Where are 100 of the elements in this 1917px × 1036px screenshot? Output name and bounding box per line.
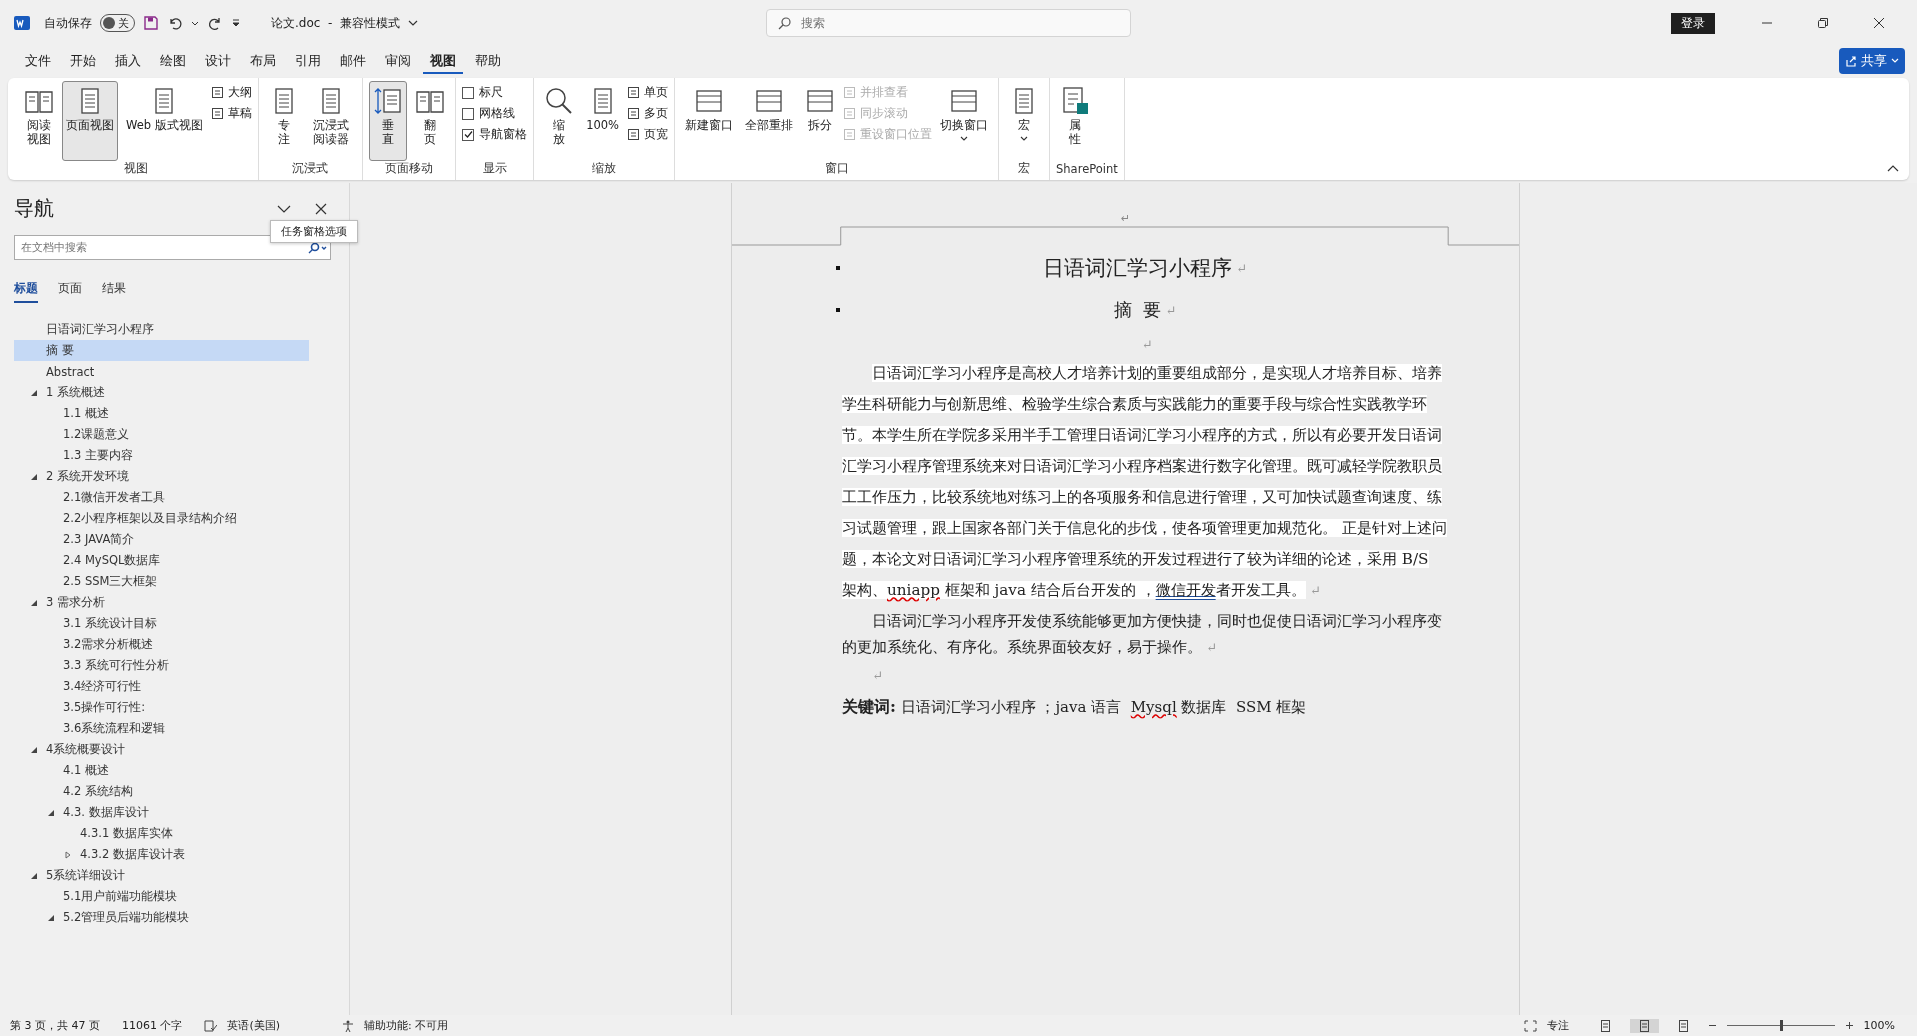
ribbon-button[interactable]: 翻页 (411, 81, 450, 161)
pane-options-icon[interactable] (277, 203, 291, 214)
restore-icon[interactable] (1817, 17, 1829, 29)
sign-in-button[interactable]: 登录 (1671, 12, 1715, 34)
save-icon[interactable] (143, 15, 159, 31)
proofing-icon[interactable] (204, 1019, 218, 1032)
checkbox[interactable]: 导航窗格 (462, 127, 528, 142)
accessibility-status[interactable]: 辅助功能: 不可用 (364, 1018, 449, 1033)
ribbon-small-button[interactable]: 多页 (627, 106, 668, 121)
pane-tab[interactable]: 标题 (14, 280, 38, 303)
ribbon-button[interactable]: 专注 (264, 81, 303, 161)
collapse-ribbon-icon[interactable] (1887, 164, 1899, 172)
heading-item[interactable]: 1.2课题意义 (59, 425, 134, 444)
heading-item[interactable]: 3.4经济可行性 (59, 677, 146, 696)
expanded-triangle-icon[interactable] (30, 472, 38, 481)
ribbon-button[interactable]: 100% (582, 81, 623, 161)
ribbon-button[interactable]: 属性 (1056, 81, 1094, 162)
customize-caret-icon[interactable] (231, 18, 241, 28)
collapsed-triangle-icon[interactable] (64, 850, 72, 859)
heading-item[interactable]: 2.1微信开发者工具 (59, 488, 170, 507)
heading-item[interactable]: 4.3.2 数据库设计表 (76, 845, 189, 864)
menu-tab[interactable]: 插入 (108, 48, 148, 74)
heading-item[interactable]: 4.1 概述 (59, 761, 113, 780)
word-count[interactable]: 11061 个字 (122, 1018, 183, 1033)
menu-tab[interactable]: 引用 (288, 48, 328, 74)
heading-item[interactable]: 5.2管理员后端功能模块 (59, 908, 194, 927)
heading-item[interactable]: 3.5操作可行性: (59, 698, 150, 717)
ribbon-button[interactable]: 页面视图 (62, 81, 118, 161)
heading-item[interactable]: 日语词汇学习小程序 (42, 320, 158, 339)
heading-item[interactable]: 4.2 系统结构 (59, 782, 137, 801)
focus-mode-label[interactable]: 专注 (1546, 1018, 1569, 1033)
ribbon-button[interactable]: 全部重排 (741, 81, 797, 161)
undo-icon[interactable] (167, 15, 183, 31)
menu-tab[interactable]: 审阅 (378, 48, 418, 74)
menu-tab[interactable]: 邮件 (333, 48, 373, 74)
ribbon-small-button[interactable]: 页宽 (627, 127, 668, 142)
ribbon-button[interactable]: 沉浸式阅读器 (306, 81, 357, 161)
pane-tab[interactable]: 页面 (58, 280, 82, 303)
redo-icon[interactable] (207, 15, 223, 31)
menu-tab[interactable]: 绘图 (153, 48, 193, 74)
ribbon-button[interactable]: 阅读视图 (20, 81, 58, 161)
heading-item[interactable]: 5系统详细设计 (42, 866, 130, 885)
heading-item[interactable]: 2.4 MySQL数据库 (59, 551, 165, 570)
menu-tab[interactable]: 设计 (198, 48, 238, 74)
expanded-triangle-icon[interactable] (30, 388, 38, 397)
share-button[interactable]: 共享 (1839, 48, 1905, 74)
heading-item[interactable]: Abstract (42, 362, 99, 381)
heading-item[interactable]: 2 系统开发环境 (42, 467, 133, 486)
menu-tab[interactable]: 开始 (63, 48, 103, 74)
expanded-triangle-icon[interactable] (47, 913, 55, 922)
heading-item[interactable]: 4.3. 数据库设计 (59, 803, 153, 822)
expanded-triangle-icon[interactable] (30, 745, 38, 754)
ribbon-button[interactable]: 新建窗口 (681, 81, 737, 161)
close-icon[interactable] (315, 202, 327, 215)
heading-item[interactable]: 4系统概要设计 (42, 740, 130, 759)
accessibility-icon[interactable] (342, 1019, 355, 1032)
ribbon-small-button[interactable]: 大纲 (210, 85, 252, 100)
heading-item[interactable]: 1.3 主要内容 (59, 446, 137, 465)
heading-item[interactable]: 3.3 系统可行性分析 (59, 656, 173, 675)
ribbon-button[interactable]: 宏 (1005, 81, 1043, 161)
heading-item[interactable]: 3.1 系统设计目标 (59, 614, 161, 633)
ribbon-button[interactable]: 切换窗口 (936, 81, 992, 161)
paragraph-mark: ↵ (1141, 336, 1153, 352)
document-title[interactable]: 论文.doc - 兼容性模式 (271, 14, 418, 32)
menu-tab[interactable]: 文件 (18, 48, 58, 74)
heading-item[interactable]: 3.6系统流程和逻辑 (59, 719, 170, 738)
heading-item[interactable]: 3 需求分析 (42, 593, 109, 612)
expanded-triangle-icon[interactable] (30, 598, 38, 607)
checkbox[interactable]: 网格线 (462, 106, 528, 121)
ribbon-button[interactable]: 缩放 (540, 81, 579, 161)
heading-item[interactable]: 2.5 SSM三大框架 (59, 572, 162, 591)
ribbon-small-button[interactable]: 单页 (627, 85, 668, 100)
zoom-level[interactable]: 100% (1863, 1019, 1895, 1032)
zoom-in-icon[interactable] (1844, 1021, 1854, 1030)
pane-tab[interactable]: 结果 (102, 280, 126, 303)
language[interactable]: 英语(美国) (227, 1018, 281, 1033)
heading-item[interactable]: 摘 要 (42, 341, 78, 360)
checkbox[interactable]: 标尺 (462, 85, 528, 100)
page-count[interactable]: 第 3 页，共 47 页 (10, 1018, 100, 1033)
close-icon[interactable] (1873, 17, 1885, 29)
ribbon-button[interactable]: Web 版式视图 (122, 81, 207, 161)
menu-tab[interactable]: 视图 (423, 48, 463, 74)
caret-icon[interactable] (191, 19, 199, 27)
heading-item[interactable]: 3.2需求分析概述 (59, 635, 158, 654)
ribbon-button[interactable]: 拆分 (801, 81, 839, 161)
view-button[interactable] (1629, 1018, 1659, 1033)
expanded-triangle-icon[interactable] (47, 808, 55, 817)
heading-item[interactable]: 1.1 概述 (59, 404, 113, 423)
menu-tab[interactable]: 帮助 (468, 48, 508, 74)
heading-item[interactable]: 1 系统概述 (42, 383, 109, 402)
ribbon-button[interactable]: 垂直 (369, 81, 408, 161)
focus-icon[interactable] (1523, 1019, 1537, 1032)
heading-item[interactable]: 2.3 JAVA简介 (59, 530, 139, 549)
heading-item[interactable]: 2.2小程序框架以及目录结构介绍 (59, 509, 242, 528)
heading-item[interactable]: 5.1用户前端功能模块 (59, 887, 182, 906)
heading-item[interactable]: 4.3.1 数据库实体 (76, 824, 177, 843)
search-field[interactable]: 搜索 (765, 9, 1131, 37)
menu-tab[interactable]: 布局 (243, 48, 283, 74)
ribbon-small-button[interactable]: 草稿 (210, 106, 252, 121)
expanded-triangle-icon[interactable] (30, 871, 38, 880)
